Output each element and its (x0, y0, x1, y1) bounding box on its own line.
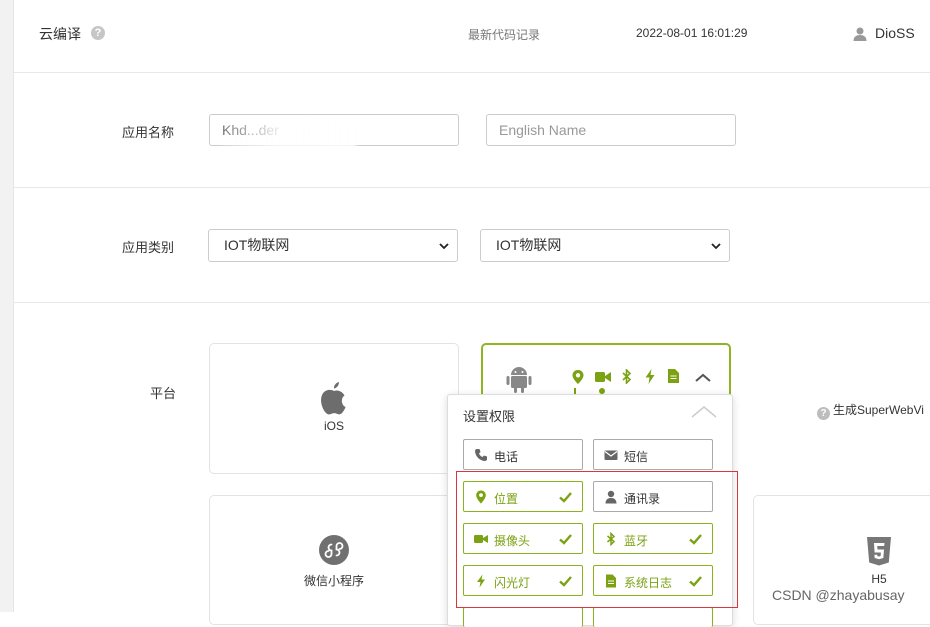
app-name-input[interactable] (209, 114, 459, 146)
left-sidebar-strip (0, 0, 14, 612)
row-divider (14, 187, 930, 188)
permission-bluetooth-button[interactable]: 蓝牙 (593, 523, 713, 554)
permission-label: 通讯录 (624, 492, 661, 506)
row-divider (14, 302, 930, 303)
platform-card-wechat-miniprogram[interactable]: 微信小程序 (209, 495, 459, 625)
permission-phone-button[interactable]: 电话 (463, 439, 583, 470)
permission-label: 电话 (494, 450, 519, 464)
ios-label: iOS (323, 419, 344, 433)
chevron-up-icon[interactable] (695, 373, 711, 382)
superwebview-label: 生成SuperWebVi (833, 403, 924, 417)
latest-code-record-link[interactable]: 最新代码记录 (468, 26, 540, 43)
help-icon[interactable]: ? (817, 407, 830, 420)
english-name-input[interactable] (486, 114, 736, 146)
camera-icon (595, 372, 611, 382)
permission-system-log-button[interactable]: 系统日志 (593, 565, 713, 596)
camera-icon (474, 535, 488, 543)
checkmark-icon (689, 576, 702, 587)
permission-label: 闪光灯 (494, 576, 531, 590)
phone-icon (475, 449, 487, 461)
app-name-label: 应用名称 (122, 125, 175, 140)
checkmark-icon (559, 534, 572, 545)
checkmark-icon (559, 492, 572, 503)
category-primary-select[interactable]: IOT物联网 (208, 229, 458, 262)
chevron-down-icon (439, 243, 449, 250)
page-title: 云编译 (39, 26, 81, 42)
flash-icon (645, 369, 655, 384)
permission-label: 摄像头 (494, 534, 531, 548)
contacts-icon (605, 490, 617, 504)
bluetooth-icon (607, 532, 616, 546)
bluetooth-icon (622, 369, 632, 384)
permissions-popover: 设置权限 电话 短信 位置 通讯录 摄像头 蓝牙 闪光灯 系统日志 (447, 394, 733, 627)
location-icon (476, 490, 486, 504)
file-icon (606, 574, 616, 588)
category-secondary-select[interactable]: IOT物联网 (480, 229, 730, 262)
location-icon (572, 370, 584, 384)
top-header: 云编译 ? 最新代码记录 2022-08-01 16:01:29 DioSS (14, 0, 930, 73)
html5-icon (867, 537, 891, 566)
permission-label: 蓝牙 (624, 534, 649, 548)
permission-next-row-button[interactable] (593, 607, 713, 627)
wechat-miniprogram-icon (319, 535, 349, 565)
permission-label: 位置 (494, 492, 519, 506)
generate-superwebview-option[interactable]: ? 生成SuperWebVi (817, 401, 924, 420)
user-name[interactable]: DioSS (875, 25, 915, 41)
file-icon (668, 369, 679, 383)
permission-label: 短信 (624, 450, 649, 464)
permission-flash-button[interactable]: 闪光灯 (463, 565, 583, 596)
permission-contacts-button[interactable]: 通讯录 (593, 481, 713, 512)
permission-camera-button[interactable]: 摄像头 (463, 523, 583, 554)
category-primary-value: IOT物联网 (224, 237, 290, 253)
category-secondary-value: IOT物联网 (496, 237, 562, 253)
chevron-down-icon (711, 243, 721, 250)
app-category-label: 应用类别 (122, 240, 175, 255)
checkmark-icon (689, 534, 702, 545)
user-icon (853, 27, 867, 41)
chevron-up-icon[interactable] (691, 404, 717, 418)
platform-card-ios[interactable]: iOS (209, 343, 459, 474)
platform-card-h5[interactable]: H5 (753, 495, 930, 625)
permission-next-row-button[interactable] (463, 607, 583, 627)
apple-icon (321, 382, 346, 415)
wechat-miniprogram-label: 微信小程序 (303, 574, 364, 588)
permission-sms-button[interactable]: 短信 (593, 439, 713, 470)
record-datetime: 2022-08-01 16:01:29 (636, 26, 748, 40)
permission-label: 系统日志 (624, 576, 673, 590)
android-icon (506, 367, 532, 393)
flash-icon (477, 574, 485, 588)
watermark: CSDN @zhayabusay (772, 587, 905, 603)
h5-label: H5 (871, 572, 887, 586)
checkmark-icon (559, 576, 572, 587)
envelope-icon (604, 450, 618, 460)
permission-location-button[interactable]: 位置 (463, 481, 583, 512)
permissions-title: 设置权限 (463, 409, 516, 424)
help-icon[interactable]: ? (91, 26, 105, 40)
platform-label: 平台 (150, 386, 177, 401)
